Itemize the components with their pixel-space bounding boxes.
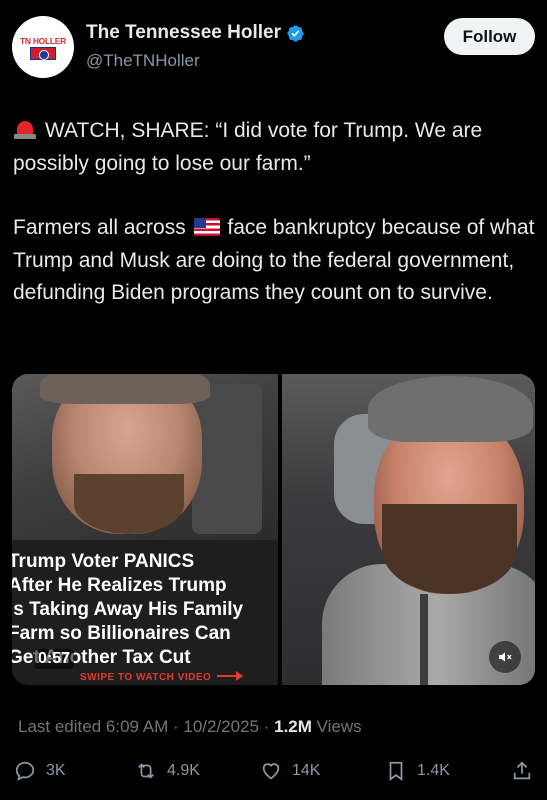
mute-button[interactable]: [489, 641, 521, 673]
bookmark-button[interactable]: 1.4K: [385, 760, 450, 782]
action-bar: 3K 4.9K 14K 1.4K: [0, 760, 547, 796]
tweet-header: TN HOLLER The Tennessee Holler @TheTNHol…: [12, 14, 535, 78]
video-player-frame[interactable]: [282, 374, 535, 685]
headline-line: Is Taking Away His Family: [12, 599, 244, 620]
bookmark-count: 1.4K: [417, 762, 450, 779]
headline-line: After He Realizes Trump: [12, 575, 227, 596]
video-still-image: [12, 374, 278, 540]
video-duration-badge: 0:57: [34, 649, 75, 669]
tweet-paragraph-2: Farmers all across face bankruptcy becau…: [13, 212, 535, 310]
views-count: 1.2M: [274, 717, 312, 736]
like-button[interactable]: 14K: [260, 760, 320, 782]
tennessee-flag-icon: [30, 47, 56, 60]
views-label: Views: [311, 717, 362, 736]
us-flag-emoji-icon: [193, 218, 220, 236]
heart-icon: [262, 763, 280, 780]
bookmark-icon: [389, 761, 403, 781]
swipe-caption: SWIPE TO WATCH VIDEO: [80, 671, 244, 683]
media-grid[interactable]: Trump Voter PANICS After He Realizes Tru…: [12, 374, 535, 685]
repost-button[interactable]: 4.9K: [135, 760, 200, 782]
display-name[interactable]: The Tennessee Holler: [86, 22, 281, 44]
arrow-right-icon: [217, 671, 244, 681]
verified-badge-icon: [287, 24, 304, 42]
reply-icon: [15, 761, 35, 781]
share-icon: [513, 761, 531, 780]
handle[interactable]: @TheTNHoller: [86, 51, 200, 71]
video-thumbnail[interactable]: Trump Voter PANICS After He Realizes Tru…: [12, 374, 278, 685]
avatar-logo-text: TN HOLLER: [20, 36, 66, 46]
name-row: The Tennessee Holler: [86, 22, 305, 44]
tweet-paragraph-1: WATCH, SHARE: “I did vote for Trump. We …: [13, 115, 535, 180]
repost-count: 4.9K: [167, 762, 200, 779]
avatar[interactable]: TN HOLLER: [12, 16, 74, 78]
siren-emoji-icon: [13, 118, 37, 140]
reply-button[interactable]: 3K: [14, 760, 66, 782]
repost-icon: [138, 763, 154, 779]
edited-timestamp[interactable]: Last edited 6:09 AM · 10/2/2025 ·: [18, 717, 274, 736]
tweet-line-1: WATCH, SHARE: “I did vote for Trump. We …: [13, 119, 483, 175]
headline-line: Farm so Billionaires Can: [12, 623, 231, 644]
reply-count: 3K: [46, 762, 66, 779]
tweet-meta: Last edited 6:09 AM · 10/2/2025 · 1.2M V…: [18, 717, 362, 737]
tweet-line-2-pre: Farmers all across: [13, 216, 186, 239]
video-frame-image: [282, 374, 535, 685]
headline-line: Trump Voter PANICS: [12, 551, 195, 572]
speaker-muted-icon: [499, 652, 512, 662]
swipe-text: SWIPE TO WATCH VIDEO: [80, 672, 212, 683]
tweet-text: WATCH, SHARE: “I did vote for Trump. We …: [13, 115, 535, 310]
like-count: 14K: [292, 762, 321, 779]
follow-button[interactable]: Follow: [444, 18, 535, 55]
share-button[interactable]: [511, 760, 533, 787]
